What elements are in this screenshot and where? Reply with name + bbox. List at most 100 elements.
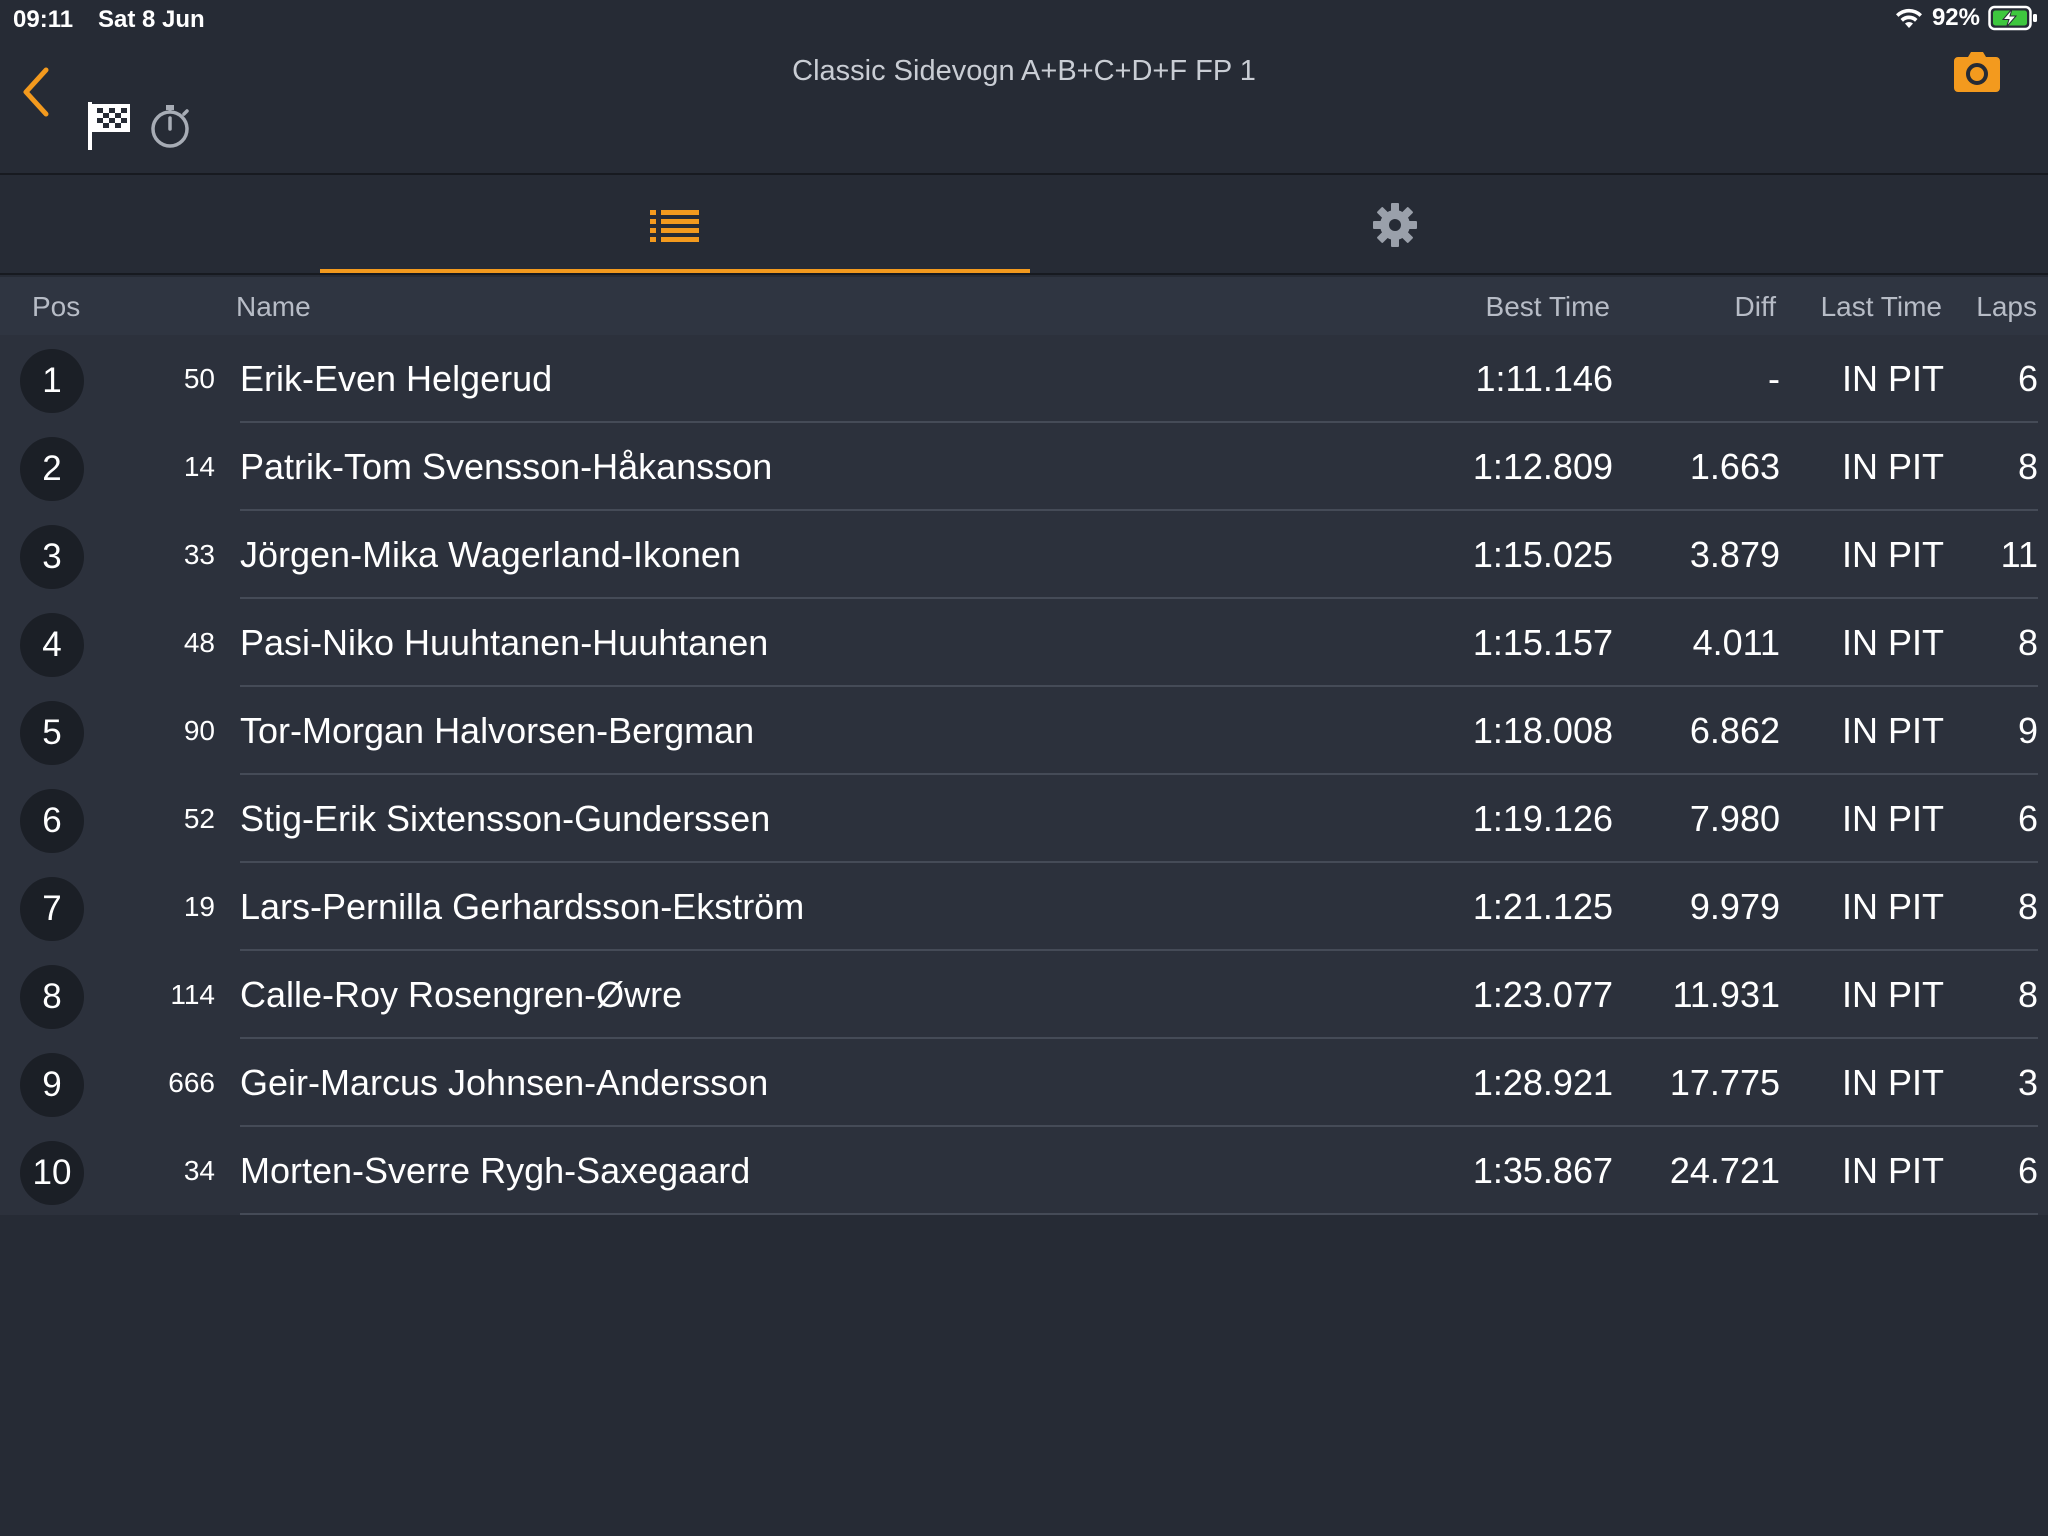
diff: 3.879	[1689, 534, 1780, 575]
racer-number: 50	[183, 363, 215, 394]
racer-number: 90	[183, 715, 215, 746]
laps: 9	[2017, 710, 2038, 751]
racer-name: Jörgen-Mika Wagerland-Ikonen	[240, 534, 741, 575]
table-row[interactable]: 6 52 Stig-Erik Sixtensson-Gunderssen 1:1…	[0, 775, 2048, 863]
laps: 11	[2000, 534, 2038, 575]
position-badge: 9	[20, 1053, 84, 1117]
last-time: IN PIT	[1841, 1150, 1944, 1191]
diff: 6.862	[1689, 710, 1780, 751]
checkered-flag-icon[interactable]	[86, 100, 132, 152]
racer-number: 14	[183, 451, 215, 482]
table-row[interactable]: 10 34 Morten-Sverre Rygh-Saxegaard 1:35.…	[0, 1127, 2048, 1215]
table-row[interactable]: 2 14 Patrik-Tom Svensson-Håkansson 1:12.…	[0, 423, 2048, 511]
table-header: Pos Name Best Time Diff Last Time Laps	[0, 277, 2048, 335]
header-name: Name	[236, 291, 311, 322]
laps: 8	[2017, 446, 2038, 487]
laps: 8	[2017, 886, 2038, 927]
best-time: 1:11.146	[1475, 358, 1613, 399]
best-time: 1:28.921	[1472, 1062, 1613, 1103]
best-time: 1:19.126	[1472, 798, 1613, 839]
best-time: 1:23.077	[1472, 974, 1613, 1015]
gear-icon	[1373, 203, 1417, 247]
list-icon	[650, 210, 699, 242]
position-badge: 4	[20, 613, 84, 677]
racer-name: Pasi-Niko Huuhtanen-Huuhtanen	[240, 622, 769, 663]
racer-number: 52	[183, 803, 215, 834]
header-pos: Pos	[32, 291, 81, 322]
last-time: IN PIT	[1841, 358, 1944, 399]
diff: 11.931	[1672, 974, 1780, 1015]
racer-number: 34	[183, 1155, 215, 1186]
position-badge: 6	[20, 789, 84, 853]
header-best-time: Best Time	[1485, 291, 1610, 322]
tab-results-list[interactable]	[320, 177, 1030, 273]
position-badge: 8	[20, 965, 84, 1029]
table-row[interactable]: 8 114 Calle-Roy Rosengren-Øwre 1:23.077 …	[0, 951, 2048, 1039]
position-badge: 10	[20, 1141, 84, 1205]
racer-name: Erik-Even Helgerud	[240, 358, 553, 399]
results-list: 1 50 Erik-Even Helgerud 1:11.146 - IN PI…	[0, 335, 2048, 1215]
last-time: IN PIT	[1841, 446, 1944, 487]
laps: 8	[2017, 622, 2038, 663]
camera-button[interactable]	[1952, 50, 2002, 96]
diff: 17.775	[1669, 1062, 1780, 1103]
page-title: Classic Sidevogn A+B+C+D+F FP 1	[792, 55, 1256, 87]
best-time: 1:21.125	[1472, 886, 1613, 927]
racer-name: Tor-Morgan Halvorsen-Bergman	[240, 710, 755, 751]
diff: -	[1768, 358, 1780, 399]
status-bar: 09:11 Sat 8 Jun 92%	[0, 0, 2048, 40]
tab-bar	[0, 177, 2048, 275]
best-time: 1:12.809	[1472, 446, 1613, 487]
laps: 3	[2017, 1062, 2038, 1103]
last-time: IN PIT	[1841, 798, 1944, 839]
position-badge: 1	[20, 349, 84, 413]
laps: 8	[2017, 974, 2038, 1015]
table-row[interactable]: 3 33 Jörgen-Mika Wagerland-Ikonen 1:15.0…	[0, 511, 2048, 599]
racer-number: 19	[183, 891, 215, 922]
last-time: IN PIT	[1841, 534, 1944, 575]
header-diff: Diff	[1734, 291, 1777, 322]
diff: 7.980	[1689, 798, 1780, 839]
racer-name: Stig-Erik Sixtensson-Gunderssen	[240, 798, 771, 839]
table-row[interactable]: 1 50 Erik-Even Helgerud 1:11.146 - IN PI…	[0, 335, 2048, 423]
position-badge: 7	[20, 877, 84, 941]
racer-number: 666	[168, 1067, 215, 1098]
laps: 6	[2017, 798, 2038, 839]
table-row[interactable]: 9 666 Geir-Marcus Johnsen-Andersson 1:28…	[0, 1039, 2048, 1127]
battery-charging-icon	[1988, 5, 2038, 31]
racer-name: Morten-Sverre Rygh-Saxegaard	[240, 1150, 751, 1191]
best-time: 1:15.025	[1472, 534, 1613, 575]
best-time: 1:18.008	[1472, 710, 1613, 751]
diff: 4.011	[1692, 622, 1780, 663]
header-laps: Laps	[1976, 291, 2037, 322]
best-time: 1:35.867	[1472, 1150, 1613, 1191]
diff: 9.979	[1689, 886, 1780, 927]
position-badge: 3	[20, 525, 84, 589]
racer-number: 48	[183, 627, 215, 658]
table-row[interactable]: 5 90 Tor-Morgan Halvorsen-Bergman 1:18.0…	[0, 687, 2048, 775]
last-time: IN PIT	[1841, 622, 1944, 663]
position-badge: 5	[20, 701, 84, 765]
racer-number: 114	[170, 979, 215, 1010]
battery-percent: 92%	[1931, 4, 1980, 31]
camera-icon	[1954, 52, 2000, 92]
table-row[interactable]: 7 19 Lars-Pernilla Gerhardsson-Ekström 1…	[0, 863, 2048, 951]
last-time: IN PIT	[1841, 974, 1944, 1015]
table-row[interactable]: 4 48 Pasi-Niko Huuhtanen-Huuhtanen 1:15.…	[0, 599, 2048, 687]
stopwatch-icon[interactable]	[148, 102, 192, 150]
racer-name: Lars-Pernilla Gerhardsson-Ekström	[240, 886, 805, 927]
racer-name: Calle-Roy Rosengren-Øwre	[240, 974, 683, 1015]
last-time: IN PIT	[1841, 886, 1944, 927]
racer-name: Patrik-Tom Svensson-Håkansson	[240, 446, 773, 487]
laps: 6	[2017, 358, 2038, 399]
position-badge: 2	[20, 437, 84, 501]
best-time: 1:15.157	[1472, 622, 1613, 663]
status-right: 92%	[1894, 4, 2038, 32]
diff: 24.721	[1669, 1150, 1780, 1191]
last-time: IN PIT	[1841, 1062, 1944, 1103]
laps: 6	[2017, 1150, 2038, 1191]
navigation-bar: Classic Sidevogn A+B+C+D+F FP 1	[0, 40, 2048, 175]
racer-number: 33	[183, 539, 215, 570]
header-last-time: Last Time	[1820, 291, 1942, 322]
tab-settings[interactable]	[1040, 177, 1750, 273]
